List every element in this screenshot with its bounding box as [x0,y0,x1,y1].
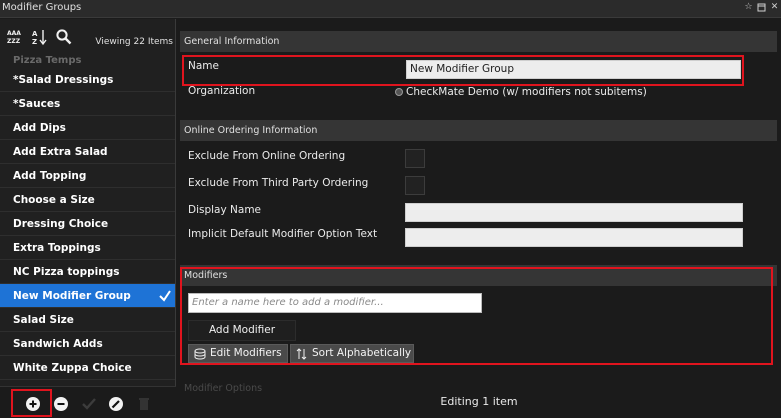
exclude-online-checkbox[interactable] [405,149,425,168]
list-item[interactable]: NC Pizza toppings [0,260,175,284]
implicit-default-input[interactable] [405,228,743,247]
list-item-label: Sandwich Adds [13,338,103,350]
add-icon[interactable] [25,396,41,412]
display-name-input[interactable] [405,203,743,222]
list-item[interactable]: Add Extra Salad [0,140,175,164]
sort-icon [296,348,308,360]
modifier-group-list: Pizza Temps *Salad Dressings *Sauces Add… [0,53,176,404]
close-icon[interactable]: ✕ [770,2,779,13]
list-item-label: Salad Size [13,314,74,326]
modifier-group-list-panel: AAA ZZZ A Z Viewing 22 Items Pizza Temps… [0,19,176,418]
list-actions-bar [0,386,176,418]
sort-alphabetically-button[interactable]: Sort Alphabetically [290,344,414,363]
list-item[interactable]: Add Dips [0,116,175,140]
restore-icon[interactable] [757,2,766,13]
list-item[interactable]: *Sauces [0,92,175,116]
approve-icon [81,396,97,412]
database-icon [194,348,206,360]
exclude-third-party-label: Exclude From Third Party Ordering [188,177,369,189]
item-count-text: Viewing 22 Items [95,37,173,47]
exclude-third-party-checkbox[interactable] [405,176,425,195]
edit-modifiers-button[interactable]: Edit Modifiers [188,344,288,363]
list-item[interactable]: Add Topping [0,164,175,188]
list-item-label: *Sauces [13,98,61,110]
organization-value: CheckMate Demo (w/ modifiers not subitem… [406,86,647,98]
list-item[interactable]: *Salad Dressings [0,68,175,92]
name-label: Name [188,60,219,72]
section-header-general: General Information [180,31,777,52]
list-item[interactable]: Choose a Size [0,188,175,212]
window-titlebar: Modifier Groups ☆ ✕ [0,0,781,18]
list-item-label: Choose a Size [13,194,95,206]
list-item-label: New Modifier Group [13,290,131,302]
add-modifier-input[interactable]: Enter a name here to add a modifier... [188,293,482,313]
list-item-label: Add Extra Salad [13,146,108,158]
section-header-online-ordering: Online Ordering Information [180,120,777,141]
list-item-label: *Salad Dressings [13,74,114,86]
star-icon[interactable]: ☆ [744,2,753,13]
window-title: Modifier Groups [2,2,82,13]
list-item[interactable]: Sandwich Adds [0,332,175,356]
detail-panel: General Information Name New Modifier Gr… [177,19,781,418]
list-item-label: Dressing Choice [13,218,109,230]
svg-text:AAA: AAA [7,30,21,37]
list-item-label: Add Dips [13,122,66,134]
list-item-label: Add Topping [13,170,87,182]
list-item-label: White Zuppa Choice [13,362,132,374]
trash-icon [136,396,152,412]
list-item-partial: Pizza Temps [13,55,82,66]
sort-by-name-icon[interactable]: AAA ZZZ [6,28,24,46]
list-toolbar: AAA ZZZ A Z Viewing 22 Items [0,19,176,53]
svg-text:ZZZ: ZZZ [7,38,21,45]
sort-alphabetically-label: Sort Alphabetically [312,347,412,359]
list-item-label: NC Pizza toppings [13,266,120,278]
list-item-selected[interactable]: New Modifier Group [0,284,175,308]
list-item[interactable]: Extra Toppings [0,236,175,260]
remove-icon[interactable] [53,396,69,412]
add-modifier-button[interactable]: Add Modifier [188,320,296,341]
svg-text:A: A [32,30,38,38]
checkmark-icon [158,284,172,308]
list-item-label: Extra Toppings [13,242,101,254]
list-item[interactable]: Salad Size [0,308,175,332]
display-name-label: Display Name [188,204,262,216]
edit-icon[interactable] [108,396,124,412]
window-controls: ☆ ✕ [744,2,779,13]
organization-radio[interactable] [395,88,403,96]
exclude-online-label: Exclude From Online Ordering [188,150,346,162]
edit-modifiers-label: Edit Modifiers [210,347,282,359]
organization-label: Organization [188,85,256,97]
list-item[interactable]: Dressing Choice [0,212,175,236]
list-item[interactable]: White Zuppa Choice [0,356,175,380]
name-input[interactable]: New Modifier Group [406,60,741,79]
search-icon[interactable] [55,28,73,46]
svg-text:Z: Z [32,38,37,46]
implicit-default-label: Implicit Default Modifier Option Text [188,228,378,240]
sort-az-icon[interactable]: A Z [31,28,49,46]
status-text: Editing 1 item [440,395,518,408]
